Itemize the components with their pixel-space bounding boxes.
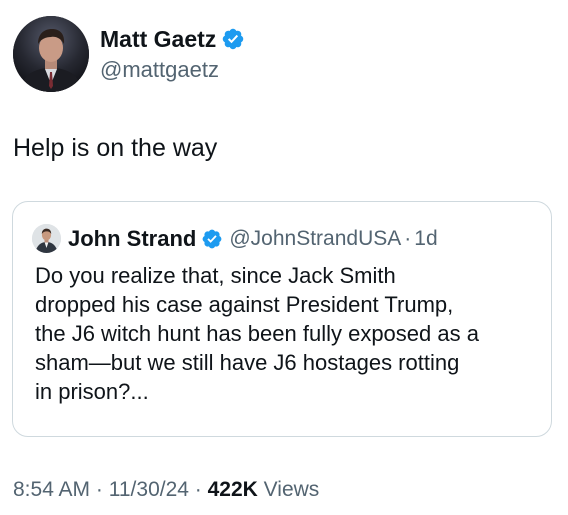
quoted-text-line: Do you realize that, since Jack Smith	[35, 263, 396, 288]
quoted-text-line: sham—but we still have J6 hostages rotti…	[35, 350, 460, 375]
quoted-text-line: dropped his case against President Trump…	[35, 292, 454, 317]
quoted-tweet-time[interactable]: 1d	[414, 227, 437, 251]
tweet-time[interactable]: 8:54 AM	[13, 478, 90, 501]
quoted-text-line: in prison?...	[35, 379, 149, 404]
views-label: Views	[263, 478, 320, 501]
author-name[interactable]: Matt Gaetz	[100, 25, 216, 53]
tweet-date[interactable]: 11/30/24	[109, 478, 189, 501]
quoted-author-avatar[interactable]	[32, 224, 61, 253]
author-info: Matt Gaetz @mattgaetz	[100, 25, 245, 84]
views-count[interactable]: 422K	[208, 478, 258, 501]
quoted-tweet-card[interactable]: John Strand @JohnStrandUSA · 1d Do you r…	[12, 201, 552, 437]
separator-dot: ·	[404, 226, 412, 250]
author-avatar[interactable]	[13, 16, 89, 92]
quoted-author-name[interactable]: John Strand	[68, 226, 196, 252]
tweet-meta: 8:54 AM · 11/30/24 · 422K Views	[13, 476, 319, 504]
tweet: Matt Gaetz @mattgaetz Help is on the way	[0, 0, 568, 515]
person-photo-icon	[13, 16, 89, 92]
verified-badge-icon[interactable]	[221, 27, 245, 51]
author-name-row: Matt Gaetz	[100, 25, 245, 53]
person-photo-icon	[32, 224, 61, 253]
quoted-author-handle[interactable]: @JohnStrandUSA	[229, 227, 401, 251]
tweet-header: Matt Gaetz @mattgaetz	[13, 16, 245, 92]
separator-dot: ·	[194, 478, 202, 501]
separator-dot: ·	[95, 478, 103, 501]
quoted-tweet-header: John Strand @JohnStrandUSA · 1d	[32, 224, 438, 253]
quoted-tweet-text: Do you realize that, since Jack Smith dr…	[35, 261, 540, 406]
tweet-text: Help is on the way	[13, 134, 218, 162]
verified-badge-icon	[202, 229, 222, 248]
author-handle[interactable]: @mattgaetz	[100, 56, 245, 84]
quoted-text-line: the J6 witch hunt has been fully exposed…	[35, 321, 479, 346]
